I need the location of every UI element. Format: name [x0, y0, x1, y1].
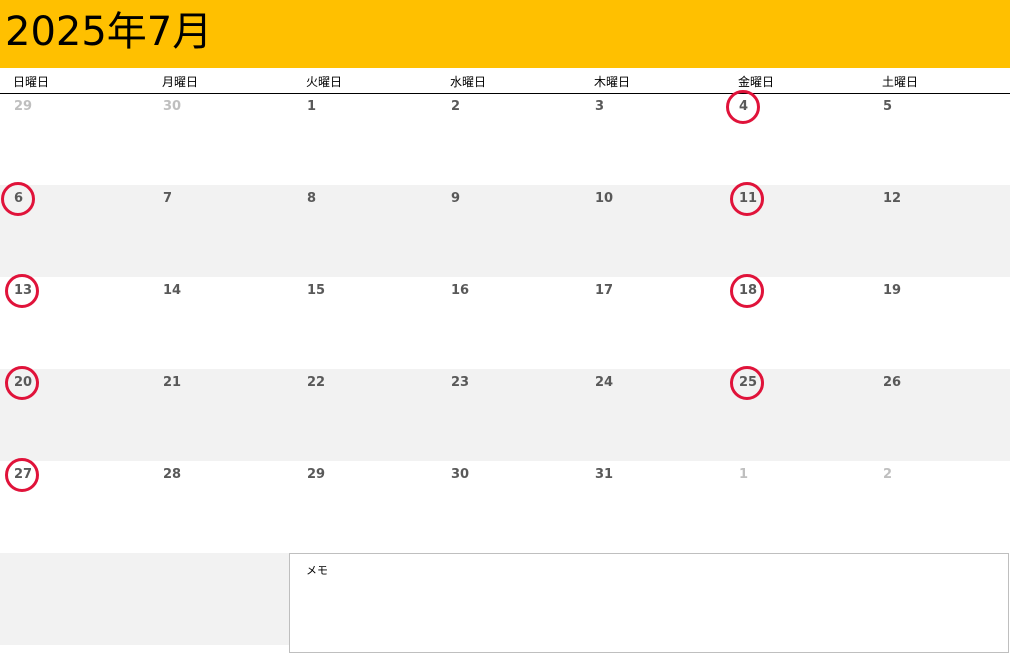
day-number: 26 — [883, 375, 902, 390]
weekday-monday: 月曜日 — [162, 75, 199, 89]
day-number: 1 — [739, 467, 749, 482]
weekday-sunday: 日曜日 — [13, 75, 50, 89]
day-number: 20 — [14, 375, 33, 390]
day-number: 10 — [595, 191, 614, 206]
weekday-header-row: 日曜日 月曜日 火曜日 水曜日 木曜日 金曜日 土曜日 — [0, 68, 1010, 94]
day-number: 15 — [307, 283, 326, 298]
day-number: 30 — [451, 467, 470, 482]
day-number: 11 — [739, 191, 758, 206]
calendar-header: 2025年7月 — [0, 0, 1010, 68]
day-number: 13 — [14, 283, 33, 298]
day-number: 1 — [307, 99, 317, 114]
day-number: 7 — [163, 191, 173, 206]
weekday-wednesday: 水曜日 — [450, 75, 487, 89]
day-number: 6 — [14, 191, 24, 206]
day-number: 29 — [14, 99, 33, 114]
weekday-thursday: 木曜日 — [594, 75, 631, 89]
day-number: 21 — [163, 375, 182, 390]
overflow-week-band — [0, 553, 289, 645]
day-number: 28 — [163, 467, 182, 482]
memo-label: メモ — [306, 564, 328, 577]
day-number: 17 — [595, 283, 614, 298]
day-number: 31 — [595, 467, 614, 482]
memo-box[interactable]: メモ — [289, 553, 1009, 653]
day-number: 8 — [307, 191, 317, 206]
day-number: 22 — [307, 375, 326, 390]
day-number: 30 — [163, 99, 182, 114]
day-number: 14 — [163, 283, 182, 298]
day-number: 23 — [451, 375, 470, 390]
day-number: 19 — [883, 283, 902, 298]
day-number: 2 — [883, 467, 893, 482]
weekday-friday: 金曜日 — [738, 75, 775, 89]
day-number: 25 — [739, 375, 758, 390]
day-number: 9 — [451, 191, 461, 206]
day-number: 27 — [14, 467, 33, 482]
weekday-saturday: 土曜日 — [882, 75, 919, 89]
day-number: 29 — [307, 467, 326, 482]
day-number: 5 — [883, 99, 893, 114]
month-title: 2025年7月 — [5, 9, 213, 55]
day-number: 4 — [739, 99, 749, 114]
day-number: 16 — [451, 283, 470, 298]
day-number: 18 — [739, 283, 758, 298]
day-number: 2 — [451, 99, 461, 114]
weekday-tuesday: 火曜日 — [306, 75, 343, 89]
day-number: 24 — [595, 375, 614, 390]
day-number: 3 — [595, 99, 605, 114]
day-number: 12 — [883, 191, 902, 206]
